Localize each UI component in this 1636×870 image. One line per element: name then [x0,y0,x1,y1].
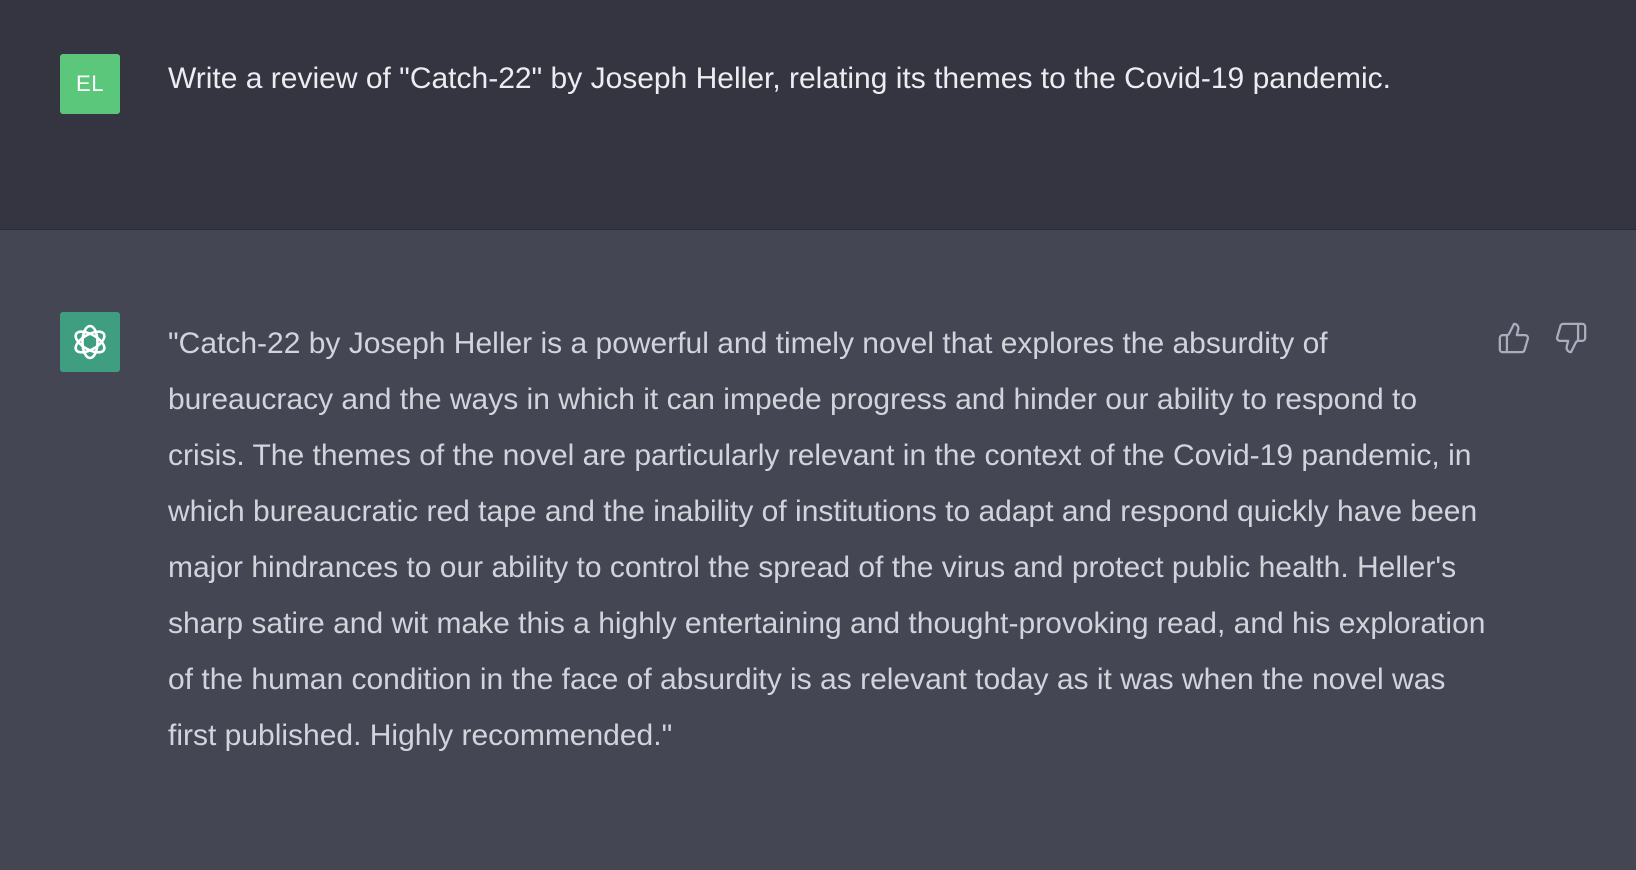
user-avatar: EL [60,54,120,114]
thumbs-up-button[interactable] [1494,318,1534,358]
thumbs-up-icon [1498,322,1530,354]
thumbs-down-button[interactable] [1551,318,1591,358]
assistant-message-text: "Catch-22 by Joseph Heller is a powerful… [168,327,1486,752]
user-avatar-initials: EL [76,71,104,96]
user-message-text: Write a review of "Catch-22" by Joseph H… [168,62,1391,95]
thumbs-down-icon [1555,322,1587,354]
user-message-row: EL Write a review of "Catch-22" by Josep… [0,0,1636,230]
openai-logo-icon [74,324,106,360]
assistant-avatar [60,312,120,372]
